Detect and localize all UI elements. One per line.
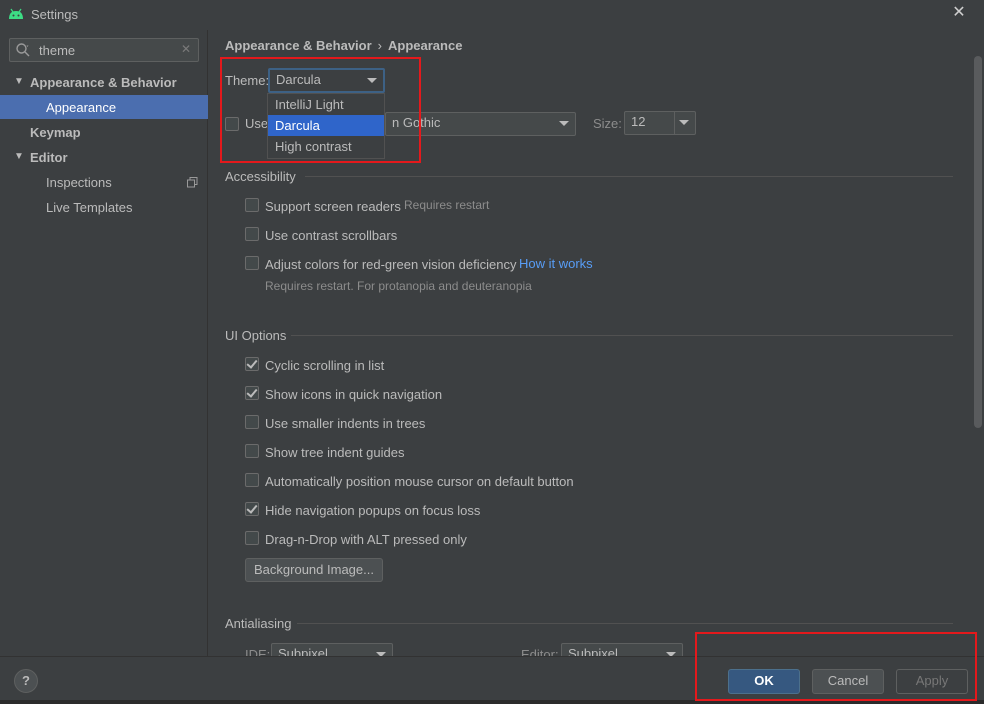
how-it-works-link[interactable]: How it works <box>519 256 593 271</box>
theme-combo[interactable]: Darcula <box>268 68 385 93</box>
close-icon[interactable]: ✕ <box>951 5 967 21</box>
adjust-colors-note: Requires restart. For protanopia and deu… <box>265 279 532 293</box>
contrast-scrollbars-checkbox[interactable] <box>245 227 259 241</box>
section-divider <box>297 623 953 624</box>
settings-sidebar: ✕ ▼ Appearance & Behavior Appearance Key… <box>0 30 208 656</box>
font-value: n Gothic <box>392 115 441 130</box>
sidebar-item-keymap[interactable]: Keymap <box>30 121 81 145</box>
sidebar-item-appearance-behavior[interactable]: Appearance & Behavior <box>30 71 177 95</box>
breadcrumb-parent[interactable]: Appearance & Behavior <box>225 38 372 53</box>
combo-divider <box>674 112 675 134</box>
title-bar: Settings ✕ <box>0 0 984 30</box>
size-label: Size: <box>593 116 622 131</box>
ide-antialiasing-combo[interactable]: Subpixel <box>271 643 393 656</box>
breadcrumb: Appearance & Behavior › Appearance <box>225 38 462 53</box>
adjust-colors-label[interactable]: Adjust colors for red-green vision defic… <box>265 257 516 272</box>
expand-arrow-icon[interactable]: ▼ <box>14 76 24 87</box>
chevron-down-icon <box>559 121 569 126</box>
sidebar-item-editor[interactable]: Editor <box>30 146 68 170</box>
search-box[interactable]: ✕ <box>9 38 199 62</box>
breadcrumb-current: Appearance <box>388 38 463 53</box>
ui-option-checkbox[interactable] <box>245 386 259 400</box>
ui-option-label[interactable]: Automatically position mouse cursor on d… <box>265 474 574 489</box>
antialiasing-section-title: Antialiasing <box>225 616 292 631</box>
requires-restart-note: Requires restart <box>404 198 490 212</box>
ui-option-label[interactable]: Use smaller indents in trees <box>265 416 425 431</box>
section-divider <box>305 176 953 177</box>
font-size-value: 12 <box>631 114 646 129</box>
ui-option-label[interactable]: Show tree indent guides <box>265 445 404 460</box>
editor-antialiasing-label: Editor: <box>521 647 559 656</box>
clear-search-icon[interactable]: ✕ <box>181 42 191 56</box>
chevron-down-icon <box>367 78 377 83</box>
apply-button[interactable]: Apply <box>896 669 968 694</box>
copy-settings-icon <box>187 177 198 188</box>
ui-option-label[interactable]: Show icons in quick navigation <box>265 387 442 402</box>
background-image-button[interactable]: Background Image... <box>245 558 383 582</box>
ui-option-label[interactable]: Drag-n-Drop with ALT pressed only <box>265 532 467 547</box>
ide-antialiasing-value: Subpixel <box>278 646 328 656</box>
support-screen-readers-label[interactable]: Support screen readers <box>265 199 401 214</box>
dialog-footer: ? OK Cancel Apply <box>0 656 984 704</box>
search-input[interactable] <box>39 42 179 58</box>
adjust-colors-checkbox[interactable] <box>245 256 259 270</box>
theme-option-darcula[interactable]: Darcula <box>268 115 384 136</box>
theme-option-intellij-light[interactable]: IntelliJ Light <box>268 94 384 115</box>
android-studio-icon <box>9 8 23 19</box>
font-combo[interactable]: n Gothic <box>385 112 576 136</box>
theme-selected-value: Darcula <box>276 72 321 87</box>
ui-option-label[interactable]: Cyclic scrolling in list <box>265 358 384 373</box>
theme-dropdown: IntelliJ Light Darcula High contrast <box>267 93 385 159</box>
editor-antialiasing-combo[interactable]: Subpixel <box>561 643 683 656</box>
search-icon <box>16 43 30 57</box>
sidebar-item-live-templates[interactable]: Live Templates <box>46 196 132 220</box>
use-custom-font-label: Use <box>245 116 269 131</box>
settings-content: Appearance & Behavior › Appearance Theme: … <box>209 30 984 656</box>
theme-option-high-contrast[interactable]: High contrast <box>268 136 384 157</box>
editor-antialiasing-value: Subpixel <box>568 646 618 656</box>
font-size-combo[interactable]: 12 <box>624 111 696 135</box>
ui-option-checkbox[interactable] <box>245 415 259 429</box>
contrast-scrollbars-label[interactable]: Use contrast scrollbars <box>265 228 397 243</box>
ui-option-checkbox[interactable] <box>245 531 259 545</box>
ui-option-label[interactable]: Hide navigation popups on focus loss <box>265 503 480 518</box>
chevron-down-icon <box>679 120 689 125</box>
use-custom-font-checkbox[interactable] <box>225 117 239 131</box>
section-divider <box>291 335 953 336</box>
ui-option-checkbox[interactable] <box>245 502 259 516</box>
status-strip <box>0 700 984 704</box>
window-title: Settings <box>31 7 78 22</box>
ui-option-checkbox[interactable] <box>245 357 259 371</box>
theme-label: Theme: <box>225 73 270 88</box>
sidebar-item-inspections[interactable]: Inspections <box>46 171 112 195</box>
support-screen-readers-checkbox[interactable] <box>245 198 259 212</box>
expand-arrow-icon[interactable]: ▼ <box>14 151 24 162</box>
cancel-button[interactable]: Cancel <box>812 669 884 694</box>
vertical-scrollbar[interactable] <box>974 56 982 428</box>
help-button[interactable]: ? <box>14 669 38 693</box>
ok-button[interactable]: OK <box>728 669 800 694</box>
breadcrumb-separator: › <box>377 38 383 53</box>
accessibility-section-title: Accessibility <box>225 169 296 184</box>
sidebar-item-appearance[interactable]: Appearance <box>46 96 116 120</box>
ide-antialiasing-label: IDE: <box>245 647 271 656</box>
ui-options-section-title: UI Options <box>225 328 287 343</box>
ui-option-checkbox[interactable] <box>245 473 259 487</box>
ui-option-checkbox[interactable] <box>245 444 259 458</box>
antialiasing-row-clip: IDE: Subpixel Editor: Subpixel <box>209 630 984 656</box>
